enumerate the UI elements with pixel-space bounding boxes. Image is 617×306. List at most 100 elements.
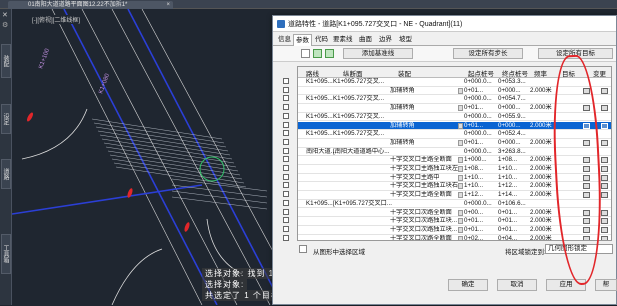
tab-codes[interactable]: 代码 — [313, 34, 330, 46]
cancel-button[interactable]: 取消 — [497, 279, 537, 291]
settings-icon[interactable]: ⚙ — [2, 21, 8, 29]
assembly-dropdown-icon[interactable] — [458, 226, 463, 233]
table-cell-assembly: 十字交叉口次路全断面 — [390, 208, 452, 216]
table-cell-start: 0+00... — [464, 208, 484, 216]
dialog-titlebar[interactable]: 道路特性 - 道路[K1+095.727交叉口 - NE - Quadrant]… — [273, 16, 616, 32]
row-checkbox[interactable] — [283, 121, 289, 128]
table-cell-start: 1+08... — [464, 165, 484, 172]
assembly-dropdown-icon[interactable] — [458, 209, 463, 216]
assembly-dropdown-icon[interactable] — [458, 157, 463, 164]
table-cell-end: 1+10... — [498, 165, 518, 172]
column-header[interactable]: 起点桩号 — [468, 68, 494, 78]
table-cell-start: 0+01... — [464, 225, 484, 233]
assembly-dropdown-icon[interactable] — [458, 183, 463, 190]
assembly-dropdown-icon[interactable] — [458, 122, 463, 129]
assembly-dropdown-icon[interactable] — [458, 87, 463, 94]
table-cell-start: 0+01... — [464, 121, 484, 129]
column-header[interactable]: 路线 — [306, 68, 319, 78]
row-checkbox[interactable] — [283, 208, 289, 215]
tab-slope-patterns[interactable]: 坡型 — [397, 34, 414, 46]
row-checkbox[interactable] — [283, 217, 289, 224]
override-edit-icon[interactable] — [601, 174, 608, 181]
table-cell-end: 0+052.4... — [498, 130, 526, 138]
column-header[interactable]: 频率 — [534, 68, 547, 78]
set-all-frequencies-button[interactable]: 设定所有步长 — [453, 48, 523, 59]
table-cell-end: 0+000... — [498, 138, 521, 146]
tab-feature-lines[interactable]: 要素线 — [331, 34, 355, 46]
override-edit-icon[interactable] — [601, 87, 608, 94]
row-checkbox[interactable] — [283, 225, 289, 232]
close-icon[interactable]: ✕ — [2, 11, 8, 19]
table-cell-assembly: 十字交叉口主路独立块右 — [390, 182, 459, 190]
override-edit-icon[interactable] — [601, 226, 608, 233]
select-region-label[interactable]: 从图形中选择区域 — [313, 246, 365, 256]
assembly-dropdown-icon[interactable] — [458, 174, 463, 181]
override-edit-icon[interactable] — [601, 218, 608, 225]
table-cell-assembly: 加辅转角 — [390, 138, 415, 146]
row-checkbox[interactable] — [283, 199, 289, 206]
row-checkbox[interactable] — [283, 173, 289, 180]
palette-tab-toolbox[interactable]: 工具箱 — [1, 234, 11, 274]
table-cell-profile: [南阳大道道路中心... — [333, 147, 390, 155]
column-header[interactable]: 终点桩号 — [502, 68, 528, 78]
row-checkbox[interactable] — [283, 95, 289, 102]
column-header[interactable]: 纵断面 — [343, 68, 363, 78]
assembly-dropdown-icon[interactable] — [458, 192, 463, 199]
override-edit-icon[interactable] — [601, 192, 608, 199]
override-edit-icon[interactable] — [601, 139, 608, 146]
tab-parameters[interactable]: 参数 — [293, 34, 312, 46]
view-icon[interactable] — [301, 49, 310, 58]
override-edit-icon[interactable] — [601, 166, 608, 172]
tab-info[interactable]: 信息 — [276, 34, 293, 46]
table-cell-end: 0+000... — [498, 121, 521, 129]
row-checkbox[interactable] — [283, 147, 289, 154]
uncheck-all-icon[interactable] — [325, 49, 334, 58]
select-region-icon[interactable] — [299, 245, 307, 253]
palette-tab-assembly[interactable]: 装配 — [1, 44, 11, 78]
row-checkbox[interactable] — [283, 112, 289, 119]
table-cell-start: 1+10... — [464, 173, 484, 181]
palette-tab-settings[interactable]: 设定 — [1, 104, 11, 134]
table-cell-profile: K1+095.727交叉... — [333, 95, 385, 103]
row-checkbox[interactable] — [283, 86, 289, 93]
table-cell-assembly: 加辅转角 — [390, 121, 415, 129]
column-header[interactable]: 装配 — [398, 68, 411, 78]
row-checkbox[interactable] — [283, 104, 289, 111]
palette-tab-road[interactable]: 道路 — [1, 159, 11, 189]
tool-palette: ✕ ⚙ 装配 设定 道路 工具箱 — [0, 9, 12, 305]
row-checkbox[interactable] — [283, 191, 289, 198]
row-checkbox[interactable] — [283, 78, 289, 84]
add-baseline-button[interactable]: 添加基准线 — [343, 48, 413, 59]
row-checkbox[interactable] — [283, 182, 289, 189]
table-cell-end: 0+01... — [498, 208, 518, 216]
help-button[interactable]: 帮 — [595, 279, 617, 291]
assembly-dropdown-icon[interactable] — [458, 105, 463, 112]
row-checkbox[interactable] — [283, 234, 289, 241]
row-checkbox[interactable] — [283, 130, 289, 137]
table-cell-start: 0+000.0... — [464, 95, 492, 103]
override-edit-icon[interactable] — [601, 157, 608, 164]
override-edit-icon[interactable] — [601, 209, 608, 216]
dialog-tabs: 信息 参数 代码 要素线 曲面 边界 坡型 — [273, 32, 616, 46]
row-checkbox[interactable] — [283, 138, 289, 145]
check-all-icon[interactable] — [313, 49, 322, 58]
document-tab[interactable]: 01南阳大道道路平面图12.22不加拆1* × — [8, 1, 173, 9]
column-header[interactable]: 变更 — [593, 68, 606, 78]
corridor-icon — [277, 20, 285, 28]
override-edit-icon[interactable] — [601, 183, 608, 190]
viewport-label[interactable]: [-][俯视][二维线框] — [30, 15, 83, 24]
close-tab-icon[interactable]: × — [166, 1, 170, 9]
tab-boundaries[interactable]: 边界 — [377, 34, 394, 46]
row-checkbox[interactable] — [283, 165, 289, 171]
ok-button[interactable]: 确定 — [448, 279, 488, 291]
assembly-dropdown-icon[interactable] — [458, 139, 463, 146]
row-checkbox[interactable] — [283, 156, 289, 163]
row-checkbox-column — [273, 66, 297, 241]
tab-surfaces[interactable]: 曲面 — [357, 34, 374, 46]
override-edit-icon[interactable] — [601, 105, 608, 112]
table-cell-start: 1+10... — [464, 182, 484, 190]
assembly-dropdown-icon[interactable] — [458, 166, 463, 172]
table-cell-freq: 2.000米 — [530, 217, 552, 225]
override-edit-icon[interactable] — [601, 122, 608, 129]
assembly-dropdown-icon[interactable] — [458, 218, 463, 225]
